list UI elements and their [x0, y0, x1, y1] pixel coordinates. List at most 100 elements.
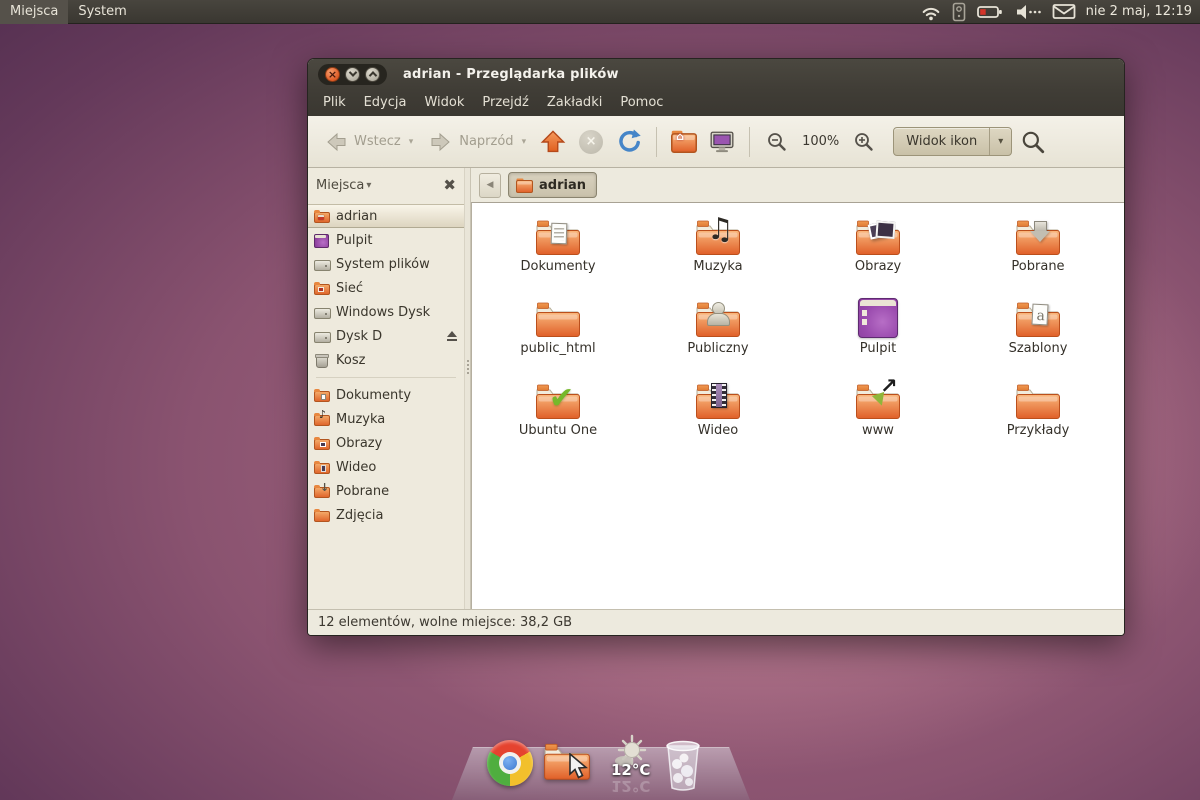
sidebar-item[interactable]: Pobrane [308, 479, 464, 503]
forward-dropdown-icon[interactable]: ▾ [522, 137, 527, 147]
sidebar-item-icon [314, 280, 330, 296]
menu-edycja[interactable]: Edycja [355, 91, 416, 114]
sidebar-item-icon [314, 483, 330, 499]
sidebar-item-icon [314, 435, 330, 451]
refresh-icon [616, 129, 642, 155]
up-button[interactable] [536, 125, 570, 159]
forward-button[interactable]: Naprzód▾ [423, 126, 532, 158]
view-mode-dropdown[interactable]: Widok ikon ▾ [893, 127, 1012, 156]
sidebar-item-icon [314, 328, 330, 344]
zoom-out-button[interactable] [760, 125, 794, 159]
status-text: 12 elementów, wolne miejsce: 38,2 GB [318, 615, 572, 630]
sidebar-item[interactable]: System plików [308, 252, 464, 276]
maximize-button[interactable] [365, 67, 380, 82]
sidebar-item[interactable]: Pulpit [308, 228, 464, 252]
zoom-out-icon [766, 131, 788, 153]
wifi-icon[interactable] [920, 1, 942, 23]
path-scroll-left-button[interactable]: ◀ [479, 173, 501, 198]
sidebar-item-label: Kosz [336, 353, 365, 368]
sidebar-bookmarks-list: Dokumenty Muzyka [308, 383, 464, 527]
file-grid: Dokumenty Muzyka [472, 203, 1124, 461]
weather-widget[interactable]: 12°C 12°C [608, 734, 660, 790]
sidebar-item[interactable]: Kosz [308, 348, 464, 372]
stop-button[interactable]: × [574, 125, 608, 159]
computer-icon [709, 130, 735, 154]
back-arrow-icon [324, 131, 348, 153]
file-item[interactable]: Przykłady [958, 379, 1118, 461]
menu-przejdz[interactable]: Przejdź [473, 91, 537, 114]
sidebar-item-icon [314, 352, 330, 368]
sidebar-item-icon [314, 507, 330, 523]
refresh-button[interactable] [612, 125, 646, 159]
sidebar-item[interactable]: Dysk D [308, 324, 464, 348]
file-item[interactable]: public_html [478, 297, 638, 379]
folder-icon [694, 215, 742, 259]
zoom-in-button[interactable] [847, 125, 881, 159]
sidebar-item-label: Zdjęcia [336, 508, 384, 523]
sidebar-item-icon [314, 304, 330, 320]
folder-emblem-icon [868, 221, 888, 239]
folder-icon [694, 379, 742, 423]
back-button[interactable]: Wstecz▾ [318, 126, 419, 158]
file-browser-window: × adrian - Przeglądarka plików Plik Edyc… [307, 58, 1125, 636]
sidebar-item-icon [314, 411, 330, 427]
folder-icon [534, 215, 582, 259]
sidebar-dropdown-arrow-icon[interactable]: ▾ [366, 180, 371, 191]
folder-emblem-icon [1031, 304, 1048, 326]
sidebar-item[interactable]: Wideo [308, 455, 464, 479]
pane-resize-handle[interactable] [464, 168, 471, 609]
file-item[interactable]: Pulpit [798, 297, 958, 379]
device-icon[interactable] [952, 2, 966, 22]
trash-icon[interactable] [660, 738, 706, 792]
sidebar-item[interactable]: Dokumenty [308, 383, 464, 407]
titlebar[interactable]: × adrian - Przeglądarka plików [308, 59, 1124, 89]
menu-pomoc[interactable]: Pomoc [611, 91, 672, 114]
sidebar-item[interactable]: adrian [308, 204, 464, 228]
mail-icon[interactable] [1052, 3, 1076, 20]
sidebar-item[interactable]: Muzyka [308, 407, 464, 431]
home-glyph: ⌂ [676, 130, 684, 143]
computer-button[interactable] [705, 125, 739, 159]
chrome-icon[interactable] [487, 740, 533, 786]
folder-icon [694, 297, 742, 341]
file-label: www [862, 423, 894, 438]
clock[interactable]: nie 2 maj, 12:19 [1086, 4, 1192, 19]
panel-menu-places[interactable]: Miejsca [0, 0, 68, 24]
file-item[interactable]: Szablony [958, 297, 1118, 379]
volume-icon[interactable] [1014, 3, 1042, 21]
sidebar-mode-dropdown[interactable]: Miejsca [316, 178, 364, 193]
icon-view[interactable]: Dokumenty Muzyka [471, 202, 1124, 609]
close-button[interactable]: × [325, 67, 340, 82]
sidebar-close-icon[interactable]: ✖ [443, 176, 456, 194]
menu-plik[interactable]: Plik [314, 91, 355, 114]
path-button-adrian[interactable]: adrian [508, 172, 597, 198]
sidebar-item-icon [314, 459, 330, 475]
menu-zakladki[interactable]: Zakładki [538, 91, 611, 114]
back-dropdown-icon[interactable]: ▾ [409, 137, 414, 147]
menu-widok[interactable]: Widok [415, 91, 473, 114]
file-item[interactable]: Publiczny [638, 297, 798, 379]
sidebar-item-label: Wideo [336, 460, 376, 475]
folder-icon [1014, 215, 1062, 259]
file-item[interactable]: Wideo [638, 379, 798, 461]
file-item[interactable]: Muzyka [638, 215, 798, 297]
sidebar-item[interactable]: Windows Dysk [308, 300, 464, 324]
sidebar-item-icon [314, 256, 330, 272]
sidebar-item[interactable]: Sieć [308, 276, 464, 300]
sidebar-item[interactable]: Obrazy [308, 431, 464, 455]
eject-icon[interactable] [446, 331, 458, 342]
statusbar: 12 elementów, wolne miejsce: 38,2 GB [308, 609, 1124, 635]
search-icon [1020, 129, 1046, 155]
file-item[interactable]: www [798, 379, 958, 461]
file-item[interactable]: Ubuntu One [478, 379, 638, 461]
battery-icon[interactable] [976, 3, 1004, 21]
search-button[interactable] [1016, 125, 1050, 159]
file-item[interactable]: Obrazy [798, 215, 958, 297]
home-folder-button[interactable]: ⌂ [667, 125, 701, 159]
file-item[interactable]: Dokumenty [478, 215, 638, 297]
panel-menu-system[interactable]: System [68, 0, 136, 24]
file-item[interactable]: Pobrane [958, 215, 1118, 297]
folder-icon [534, 297, 582, 341]
minimize-button[interactable] [345, 67, 360, 82]
sidebar-item[interactable]: Zdjęcia [308, 503, 464, 527]
